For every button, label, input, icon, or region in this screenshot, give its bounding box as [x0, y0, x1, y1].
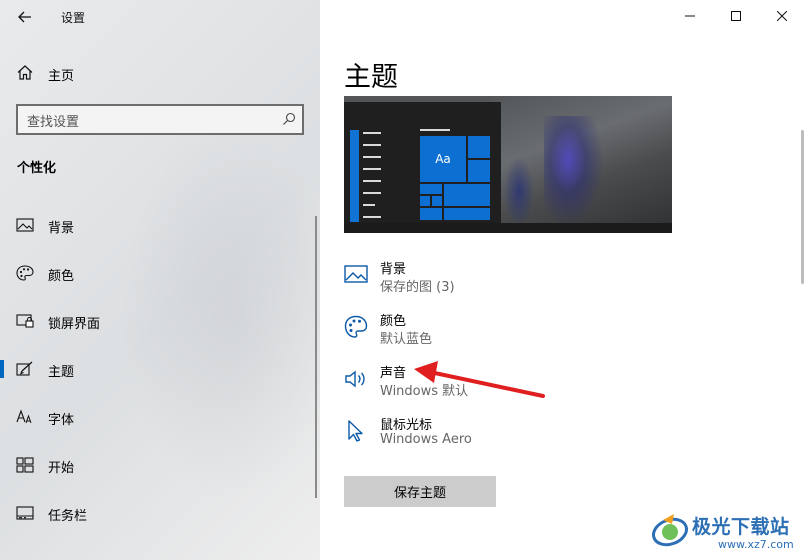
watermark-url: www.xz7.com: [718, 538, 794, 551]
cursor-icon: [348, 420, 363, 442]
setting-title: 背景: [380, 262, 407, 277]
picture-icon: [16, 218, 34, 232]
preview-menu-line: [363, 156, 381, 158]
preview-wallpaper-shadow: [504, 156, 534, 226]
search-icon: [283, 112, 296, 125]
minimize-button[interactable]: [667, 0, 713, 32]
setting-title: 鼠标光标: [380, 418, 433, 433]
theme-preview: Aa: [344, 96, 672, 233]
close-icon: [777, 11, 787, 21]
picture-icon: [344, 265, 368, 283]
sidebar-item-label: 字体: [48, 413, 75, 428]
sidebar-item-label: 开始: [48, 461, 75, 476]
preview-start-rail: [350, 130, 359, 222]
preview-tile: [419, 207, 443, 221]
watermark: 极光下载站 www.xz7.com: [648, 506, 805, 560]
start-icon: [16, 457, 34, 473]
setting-value: 默认蓝色: [380, 332, 433, 347]
preview-taskbar: [344, 223, 672, 233]
save-theme-button[interactable]: 保存主题: [344, 476, 496, 507]
back-arrow-icon: [18, 11, 31, 23]
sidebar-item-background[interactable]: 背景: [0, 207, 320, 243]
main-scrollbar[interactable]: [801, 130, 804, 284]
page-title: 主题: [344, 62, 398, 93]
setting-sounds[interactable]: 声音 Windows 默认: [344, 361, 644, 405]
search-input[interactable]: 查找设置: [16, 104, 304, 135]
minimize-icon: [685, 15, 695, 17]
brand-logo-icon: [652, 514, 688, 547]
setting-title: 颜色: [380, 314, 407, 329]
preview-tile: [467, 159, 491, 183]
palette-icon: [344, 315, 368, 338]
lock-screen-icon: [16, 314, 34, 328]
palette-icon: [16, 265, 34, 281]
preview-tile: [419, 195, 431, 207]
font-icon: [16, 409, 32, 424]
preview-tile: [443, 207, 491, 221]
sidebar-item-fonts[interactable]: 字体: [0, 399, 320, 435]
sidebar-item-label: 任务栏: [48, 509, 88, 524]
nav-home[interactable]: 主页: [0, 60, 320, 86]
preview-menu-line: [363, 180, 381, 182]
preview-menu-line: [363, 144, 381, 146]
app-title: 设置: [61, 11, 86, 25]
sidebar-item-label: 锁屏界面: [48, 317, 101, 332]
preview-tile: [419, 183, 443, 195]
preview-menu-line: [363, 204, 375, 206]
sidebar-item-themes[interactable]: 主题: [0, 351, 320, 387]
maximize-button[interactable]: [713, 0, 759, 32]
preview-wallpaper-glow: [544, 116, 604, 226]
sidebar-item-colors[interactable]: 颜色: [0, 255, 320, 291]
sidebar-item-label: 颜色: [48, 269, 75, 284]
title-bar: 设置: [0, 0, 320, 32]
sidebar-item-label: 主题: [48, 365, 75, 380]
watermark-brand: 极光下载站: [692, 516, 790, 538]
preview-tile: [431, 195, 443, 207]
setting-value: Windows Aero: [380, 432, 472, 447]
sidebar-item-lock-screen[interactable]: 锁屏界面: [0, 303, 320, 339]
sidebar: 设置 主页 查找设置 个性化 背景 颜色 锁屏界面 主题 字体 开始 任务栏: [0, 0, 320, 560]
preview-menu-header: [420, 129, 450, 131]
sidebar-scrollbar[interactable]: [315, 216, 317, 498]
sidebar-item-start[interactable]: 开始: [0, 447, 320, 483]
setting-color[interactable]: 颜色 默认蓝色: [344, 309, 644, 353]
selected-indicator: [0, 360, 4, 378]
preview-tile-large: Aa: [419, 135, 467, 183]
setting-title: 声音: [380, 366, 407, 381]
setting-mouse-cursor[interactable]: 鼠标光标 Windows Aero: [344, 413, 644, 457]
speaker-icon: [345, 370, 365, 388]
preview-menu-line: [363, 168, 381, 170]
main-content: 主题 Aa 背景 保存的图 (3) 颜色 默认蓝色 声音 Windows 默认 …: [320, 0, 805, 560]
setting-background[interactable]: 背景 保存的图 (3): [344, 257, 644, 301]
window-controls: [667, 0, 805, 32]
setting-value: 保存的图 (3): [380, 280, 455, 295]
theme-brush-icon: [16, 361, 33, 376]
nav-home-label: 主页: [48, 69, 75, 84]
preview-tile: [443, 183, 491, 207]
search-placeholder: 查找设置: [27, 115, 80, 130]
preview-start-menu: Aa: [344, 102, 501, 223]
preview-menu-line: [363, 192, 381, 194]
preview-tile: [467, 135, 491, 159]
preview-menu-line: [363, 132, 381, 134]
close-button[interactable]: [759, 0, 805, 32]
sidebar-item-taskbar[interactable]: 任务栏: [0, 495, 320, 531]
back-button[interactable]: [14, 6, 36, 28]
section-title: 个性化: [17, 161, 57, 176]
taskbar-icon: [16, 506, 34, 520]
home-icon: [17, 65, 33, 80]
setting-value: Windows 默认: [380, 384, 469, 399]
maximize-icon: [731, 11, 741, 21]
sidebar-item-label: 背景: [48, 221, 75, 236]
preview-menu-line: [363, 216, 381, 218]
